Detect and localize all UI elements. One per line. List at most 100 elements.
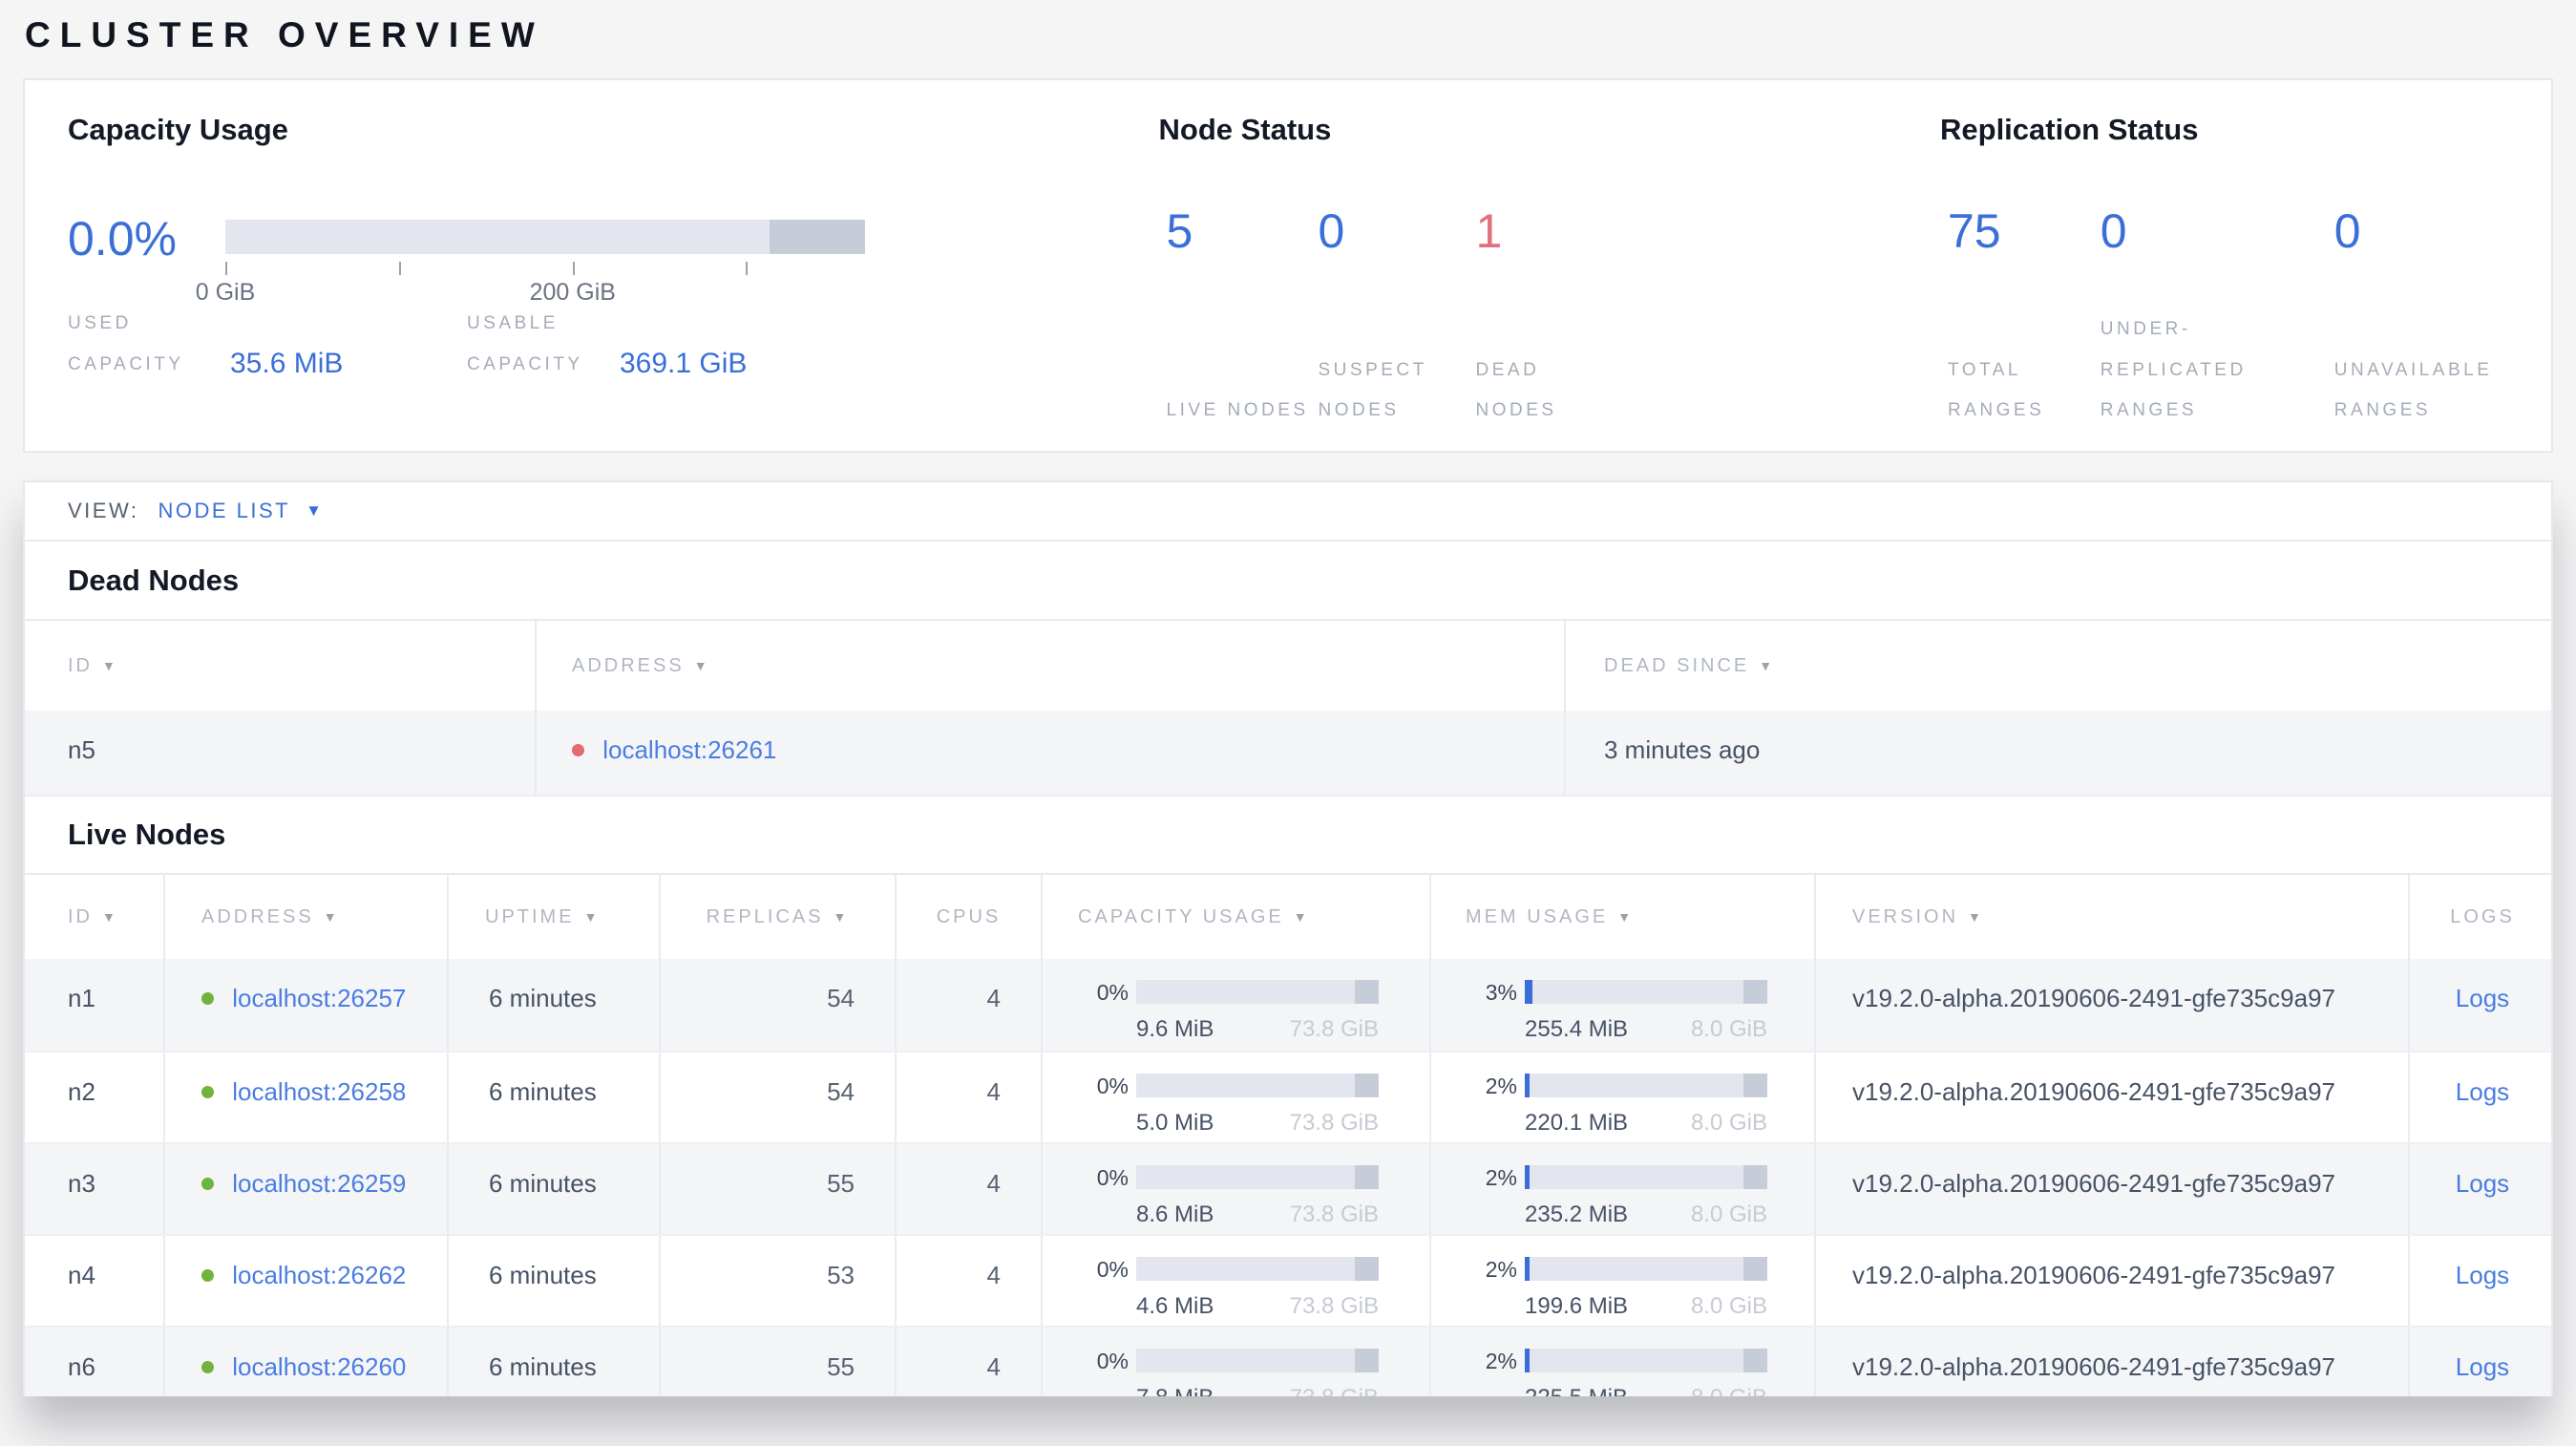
column-header-dead-since[interactable]: DEAD SINCE ▼ (1564, 621, 2551, 711)
column-header-version[interactable]: VERSION ▼ (1814, 875, 2408, 959)
capacity-percent: 0.0% (68, 212, 177, 266)
mem-bar-fill (1525, 980, 1532, 1004)
dead-nodes-table-header: ID ▼ ADDRESS ▼ DEAD SINCE ▼ (25, 619, 2551, 711)
view-selector-dropdown[interactable]: NODE LIST ▼ (158, 499, 324, 523)
logs-cell: Logs (2408, 1236, 2551, 1326)
dead-node-row: n5 localhost:26261 3 minutes ago (25, 711, 2551, 797)
dead-nodes-count: 1 (1475, 204, 1503, 258)
used-capacity-label: USED CAPACITY (68, 313, 184, 374)
column-header-id[interactable]: ID ▼ (25, 875, 163, 959)
node-id: n6 (68, 1352, 95, 1381)
column-header-cpus[interactable]: CPUS (895, 875, 1041, 959)
live-node-row: n3 localhost:26259 6 minutes 55 4 0% 8.6… (25, 1142, 2551, 1234)
column-header-address[interactable]: ADDRESS ▼ (163, 875, 447, 959)
mem-percent: 3% (1485, 980, 1517, 1005)
node-address-link[interactable]: localhost:26258 (232, 1077, 406, 1106)
logs-link[interactable]: Logs (2456, 1077, 2509, 1106)
capacity-used: 7.8 MiB (1136, 1385, 1214, 1396)
logs-link[interactable]: Logs (2456, 1261, 2509, 1289)
sort-desc-icon: ▼ (1759, 658, 1776, 673)
unavailable-ranges-label: UNAVAILABLE RANGES (2333, 359, 2493, 421)
mem-percent: 2% (1485, 1165, 1517, 1190)
node-address-link[interactable]: localhost:26262 (232, 1261, 406, 1289)
logs-link[interactable]: Logs (2456, 1352, 2509, 1381)
unavailable-ranges-count: 0 (2333, 204, 2361, 258)
capacity-used: 8.6 MiB (1136, 1201, 1214, 1227)
column-header-capacity-usage[interactable]: CAPACITY USAGE ▼ (1041, 875, 1429, 959)
live-status-dot-icon (201, 1269, 214, 1282)
mem-total: 8.0 GiB (1690, 1016, 1767, 1042)
node-id: n4 (68, 1261, 95, 1289)
live-nodes-table-header: ID ▼ ADDRESS ▼ UPTIME ▼ REPLICAS ▼ CPUS (25, 873, 2551, 959)
sort-desc-icon: ▼ (323, 909, 340, 925)
node-address-link[interactable]: localhost:26261 (602, 735, 776, 764)
capacity-percent: 0% (1096, 1257, 1129, 1282)
dead-nodes-label: DEAD NODES (1475, 359, 1557, 421)
logs-cell: Logs (2408, 1053, 2551, 1142)
logs-link[interactable]: Logs (2456, 1169, 2509, 1198)
mem-bar-reserved-segment (1742, 1349, 1767, 1372)
node-address-cell: localhost:26262 (163, 1236, 447, 1326)
capacity-percent: 0% (1096, 980, 1129, 1005)
unavailable-ranges-stat: 0 UNAVAILABLE RANGES (2327, 204, 2551, 432)
page-title: CLUSTER OVERVIEW (25, 15, 544, 54)
node-status-title: Node Status (1158, 113, 1332, 146)
live-nodes-count: 5 (1166, 204, 1193, 258)
column-header-replicas[interactable]: REPLICAS ▼ (659, 875, 895, 959)
mem-bar-reserved-segment (1742, 1165, 1767, 1189)
mem-bar-reserved-segment (1742, 980, 1767, 1004)
mem-total: 8.0 GiB (1691, 1385, 1767, 1396)
node-id: n1 (68, 984, 95, 1012)
total-ranges-label: TOTAL RANGES (1948, 359, 2045, 421)
node-id: n5 (68, 735, 95, 764)
column-header-uptime[interactable]: UPTIME ▼ (447, 875, 659, 959)
capacity-used: 9.6 MiB (1136, 1016, 1214, 1042)
capacity-total: 73.8 GiB (1289, 1016, 1379, 1042)
mem-bar (1525, 1165, 1767, 1189)
axis-tick (225, 262, 227, 275)
under-replicated-ranges-label: UNDER-REPLICATED RANGES (2100, 318, 2247, 421)
mem-total: 8.0 GiB (1690, 1293, 1767, 1319)
mem-bar-fill (1525, 1074, 1531, 1097)
axis-tick (399, 262, 402, 275)
capacity-used: 5.0 MiB (1136, 1110, 1214, 1136)
mem-usage-cell: 2% 225.5 MiB 8.0 GiB (1429, 1328, 1814, 1396)
mem-percent: 2% (1485, 1349, 1517, 1373)
capacity-total: 73.8 GiB (1289, 1293, 1379, 1319)
sort-desc-icon: ▼ (693, 658, 710, 673)
capacity-percent: 0% (1096, 1349, 1129, 1373)
summary-card: Capacity Usage 0.0% 0 GiB 200 GiB USED C… (23, 78, 2553, 453)
logs-cell: Logs (2408, 1144, 2551, 1234)
sort-desc-icon: ▼ (1968, 909, 1984, 925)
node-address-link[interactable]: localhost:26257 (232, 984, 406, 1012)
node-address-link[interactable]: localhost:26260 (232, 1352, 406, 1381)
mem-percent: 2% (1485, 1257, 1517, 1282)
suspect-nodes-count: 0 (1318, 204, 1345, 258)
capacity-bar-reserved-segment (1354, 1074, 1379, 1097)
live-nodes-stat: 5 LIVE NODES (1159, 204, 1311, 432)
mem-usage-cell: 2% 235.2 MiB 8.0 GiB (1429, 1144, 1814, 1234)
column-header-id[interactable]: ID ▼ (25, 621, 535, 711)
usable-capacity-label: USABLE CAPACITY (467, 313, 583, 374)
sort-desc-icon: ▼ (102, 658, 118, 673)
node-version: v19.2.0-alpha.20190606-2491-gfe735c9a97 (1814, 1144, 2408, 1234)
capacity-bar (1136, 1257, 1379, 1281)
under-replicated-ranges-count: 0 (2100, 204, 2127, 258)
view-label: VIEW: (68, 499, 139, 522)
node-address-link[interactable]: localhost:26259 (232, 1169, 406, 1198)
axis-tick (572, 262, 575, 275)
logs-link[interactable]: Logs (2456, 984, 2509, 1012)
node-cpus: 4 (895, 1053, 1041, 1142)
node-id: n2 (68, 1077, 95, 1106)
capacity-percent: 0% (1096, 1074, 1129, 1098)
capacity-bar (1136, 1165, 1379, 1189)
live-node-row: n4 localhost:26262 6 minutes 53 4 0% 4.6… (25, 1234, 2551, 1326)
mem-total: 8.0 GiB (1690, 1110, 1767, 1136)
node-replicas: 54 (659, 959, 895, 1051)
capacity-usage-cell: 0% 7.8 MiB 73.8 GiB (1041, 1328, 1429, 1396)
capacity-usage-section: Capacity Usage 0.0% 0 GiB 200 GiB USED C… (68, 113, 1159, 451)
sort-desc-icon: ▼ (833, 909, 850, 925)
column-header-address[interactable]: ADDRESS ▼ (535, 621, 1564, 711)
node-address-cell: localhost:26258 (163, 1053, 447, 1142)
column-header-mem-usage[interactable]: MEM USAGE ▼ (1429, 875, 1814, 959)
